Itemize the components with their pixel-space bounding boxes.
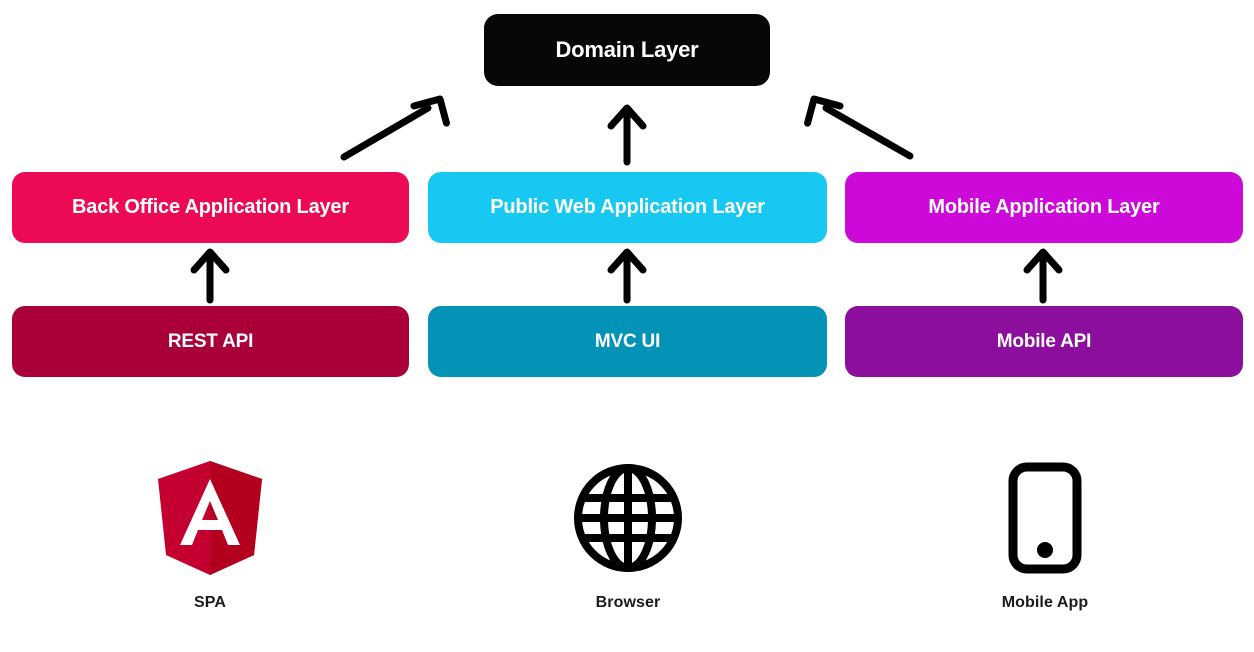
- smartphone-icon-wrapper: [1007, 458, 1083, 578]
- public-web-application-layer-box: Public Web Application Layer: [428, 172, 827, 243]
- angular-logo-icon-wrapper: [154, 458, 266, 578]
- domain-layer-box: Domain Layer: [484, 14, 770, 86]
- rest-api-box: REST API: [12, 306, 409, 377]
- client-browser-label: Browser: [595, 594, 661, 611]
- arrow-publicweb-to-domain: [607, 104, 647, 166]
- arrow-mobileapi-to-mobile: [1023, 248, 1063, 304]
- arrow-restapi-to-backoffice: [190, 248, 230, 304]
- globe-icon-wrapper: [572, 458, 684, 578]
- globe-icon: [574, 464, 682, 572]
- client-mobile-app-label: Mobile App: [1001, 594, 1089, 611]
- smartphone-icon: [1008, 462, 1082, 574]
- angular-logo-icon: [158, 461, 262, 575]
- mobile-application-layer-box: Mobile Application Layer: [845, 172, 1243, 243]
- architecture-diagram: Domain Layer Back Office Application Lay…: [0, 0, 1254, 652]
- client-mobile-app: Mobile App: [935, 458, 1155, 612]
- client-spa: SPA: [100, 458, 320, 612]
- arrow-mvcui-to-publicweb: [607, 248, 647, 304]
- mobile-api-box: Mobile API: [845, 306, 1243, 377]
- arrow-backoffice-to-domain: [340, 95, 450, 161]
- mvc-ui-box: MVC UI: [428, 306, 827, 377]
- client-spa-label: SPA: [193, 594, 226, 611]
- client-browser: Browser: [518, 458, 738, 612]
- back-office-application-layer-box: Back Office Application Layer: [12, 172, 409, 243]
- arrow-mobile-to-domain: [804, 95, 914, 160]
